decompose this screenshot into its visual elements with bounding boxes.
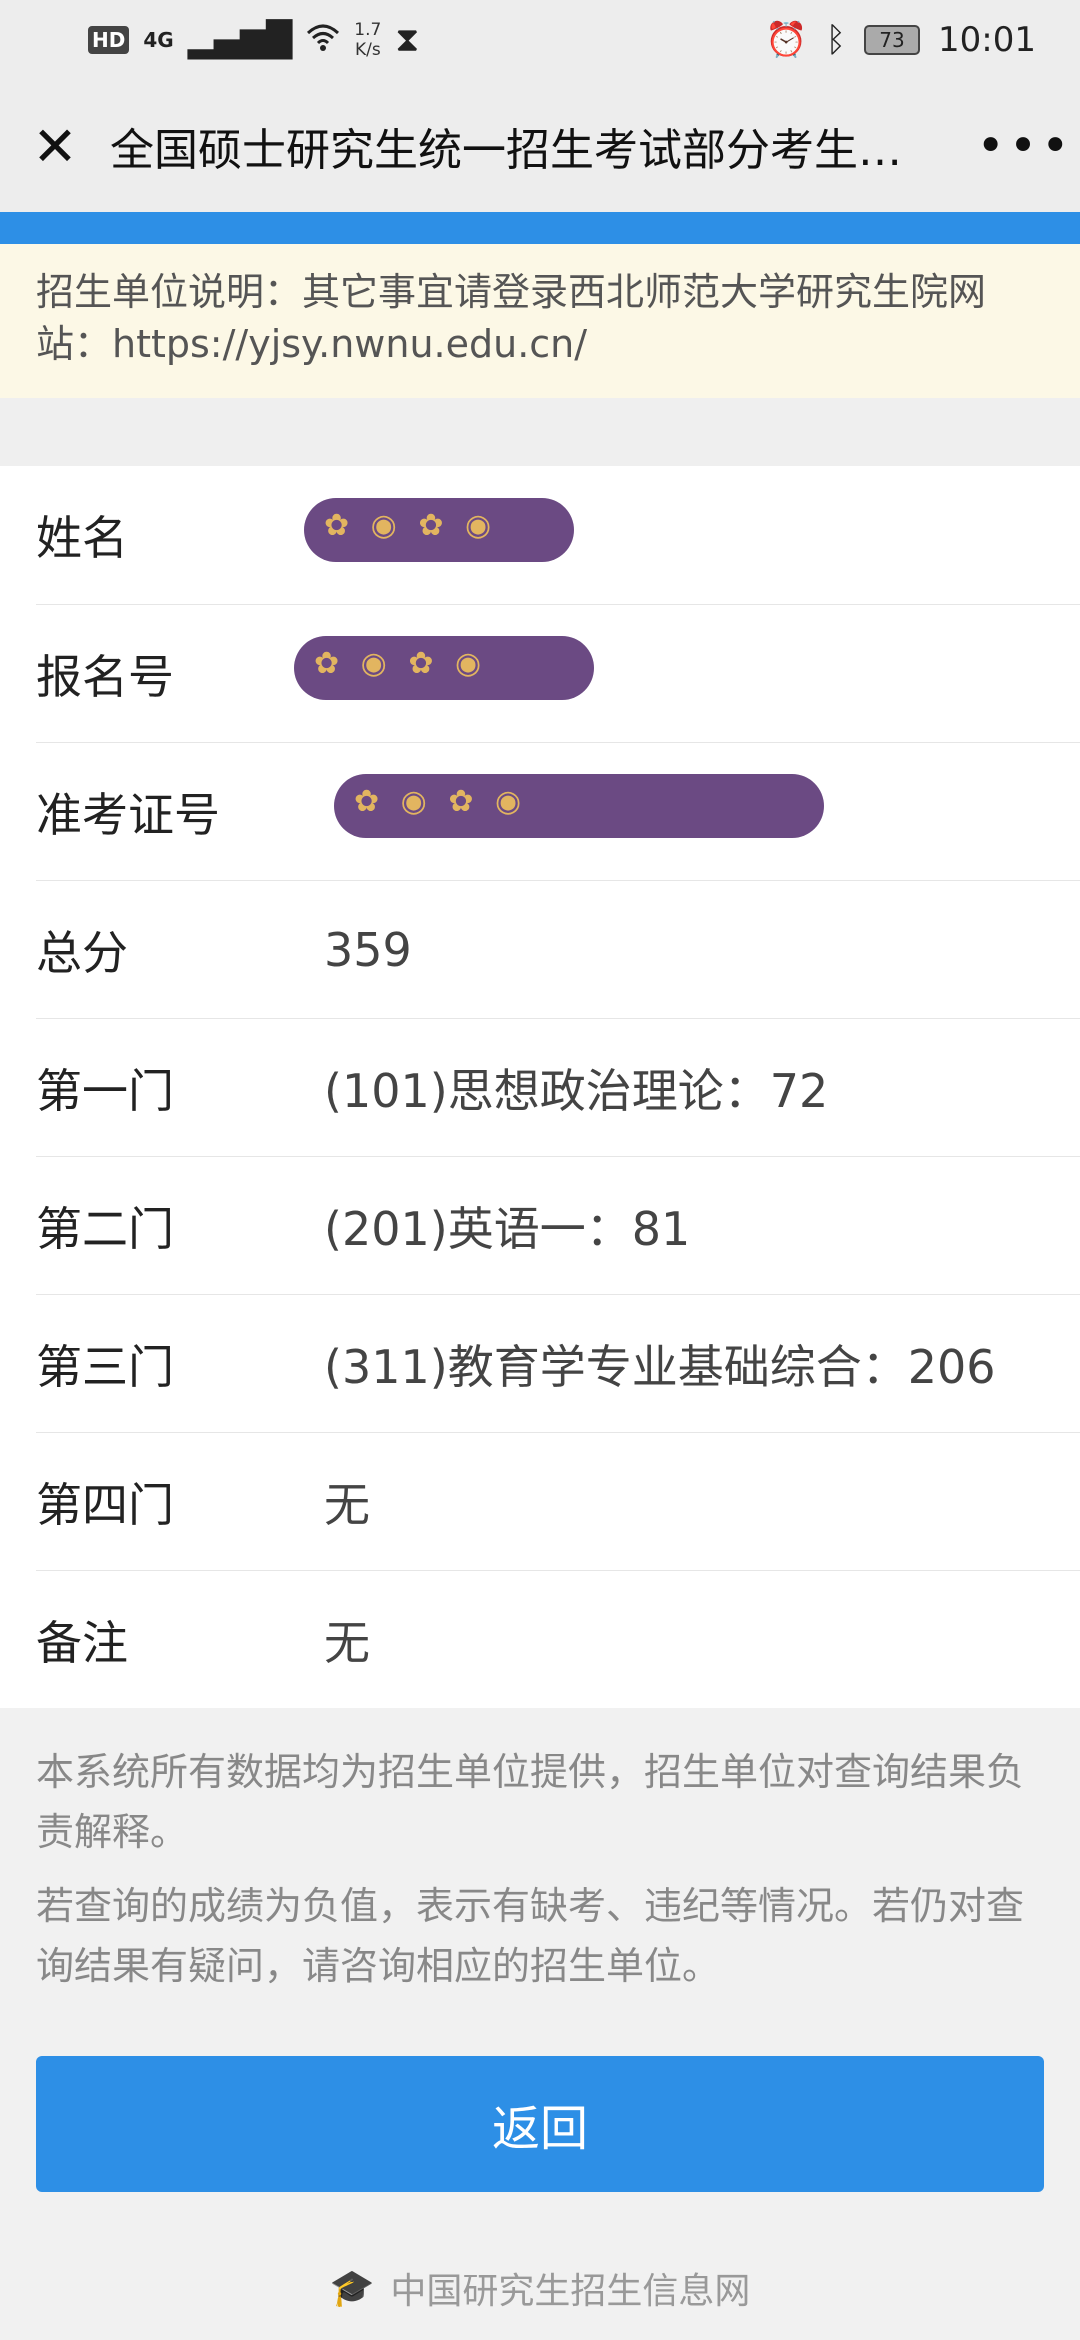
row-label: 第二门 (36, 1201, 174, 1256)
redacted-admission-ticket (334, 774, 824, 838)
row-label: 总分 (36, 925, 128, 980)
signal-icon: ▂▄▆█ (187, 20, 293, 60)
alarm-icon: ⏰ (765, 20, 808, 60)
row-value (324, 774, 1080, 849)
status-left: HD 4G ▂▄▆█ 1.7 K/s ⧗ (88, 20, 419, 60)
site-brand: 🎓 中国研究生招生信息网 (0, 2262, 1080, 2314)
row-label: 准考证号 (36, 787, 220, 842)
close-icon[interactable]: ✕ (0, 80, 110, 212)
row-label: 备注 (36, 1615, 128, 1670)
hourglass-icon: ⧗ (395, 20, 420, 60)
subject-score: (101)思想政治理论：72 (324, 1063, 829, 1118)
back-button[interactable]: 返回 (36, 2056, 1044, 2192)
header-accent-strip (0, 212, 1080, 244)
row-value (294, 636, 1080, 711)
table-row: 姓名 (36, 466, 1080, 604)
negative-score-note: 若查询的成绩为负值，表示有缺考、违纪等情况。若仍对查询结果有疑问，请咨询相应的招… (36, 1884, 1025, 1988)
subject-score: 无 (324, 1477, 370, 1532)
institution-notice: 招生单位说明：其它事宜请登录西北师范大学研究生院网站：https://yjsy.… (0, 244, 1080, 398)
net-speed: 1.7 K/s (354, 20, 381, 60)
page-title: 全国硕士研究生统一招生考试部分考生… (110, 125, 902, 176)
net-speed-value: 1.7 (354, 20, 382, 40)
brand-name: 中国研究生招生信息网 (390, 2271, 751, 2312)
table-row: 第二门 (201)英语一：81 (36, 1156, 1080, 1294)
table-row: 第四门 无 (36, 1432, 1080, 1570)
section-gap (0, 398, 1080, 466)
remarks-value: 无 (324, 1615, 370, 1670)
status-bar: HD 4G ▂▄▆█ 1.7 K/s ⧗ ⏰ ᛒ 73 10:01 (0, 0, 1080, 80)
clock: 10:01 (938, 20, 1036, 60)
results-table: 姓名 报名号 准考证号 总分 359 第一门 (101)思想政治理论：72 第二… (0, 466, 1080, 1708)
table-row: 第一门 (101)思想政治理论：72 (36, 1018, 1080, 1156)
total-score: 359 (324, 922, 412, 977)
disclaimer-text: 本系统所有数据均为招生单位提供，招生单位对查询结果负责解释。 (36, 1750, 1025, 1854)
row-label: 姓名 (36, 511, 128, 565)
row-label: 第一门 (36, 1063, 174, 1118)
subject-score: (311)教育学专业基础综合：206 (324, 1339, 996, 1394)
table-row: 备注 无 (36, 1570, 1080, 1708)
bluetooth-icon: ᛒ (825, 20, 847, 60)
network-type: 4G (143, 28, 174, 52)
row-label: 第四门 (36, 1477, 174, 1532)
table-row: 报名号 (36, 604, 1080, 742)
status-right: ⏰ ᛒ 73 10:01 (765, 20, 1036, 60)
row-value (304, 497, 1080, 573)
redacted-registration-number (294, 636, 594, 700)
table-row: 总分 359 (36, 880, 1080, 1018)
wifi-icon (306, 20, 340, 60)
table-row: 第三门 (311)教育学专业基础综合：206 (36, 1294, 1080, 1432)
hd-badge: HD (88, 26, 130, 54)
battery-icon: 73 (864, 25, 921, 55)
row-label: 第三门 (36, 1339, 174, 1394)
more-icon[interactable]: ••• (970, 80, 1080, 212)
redacted-name (304, 497, 574, 562)
row-label: 报名号 (36, 649, 174, 704)
subject-score: (201)英语一：81 (324, 1201, 691, 1256)
table-row: 准考证号 (36, 742, 1080, 880)
footer-notes: 本系统所有数据均为招生单位提供，招生单位对查询结果负责解释。 若查询的成绩为负值… (0, 1712, 1080, 2010)
nav-bar: ✕ 全国硕士研究生统一招生考试部分考生… ••• (0, 80, 1080, 212)
graduation-cap-icon: 🎓 (329, 2268, 375, 2309)
net-speed-unit: K/s (354, 40, 381, 60)
